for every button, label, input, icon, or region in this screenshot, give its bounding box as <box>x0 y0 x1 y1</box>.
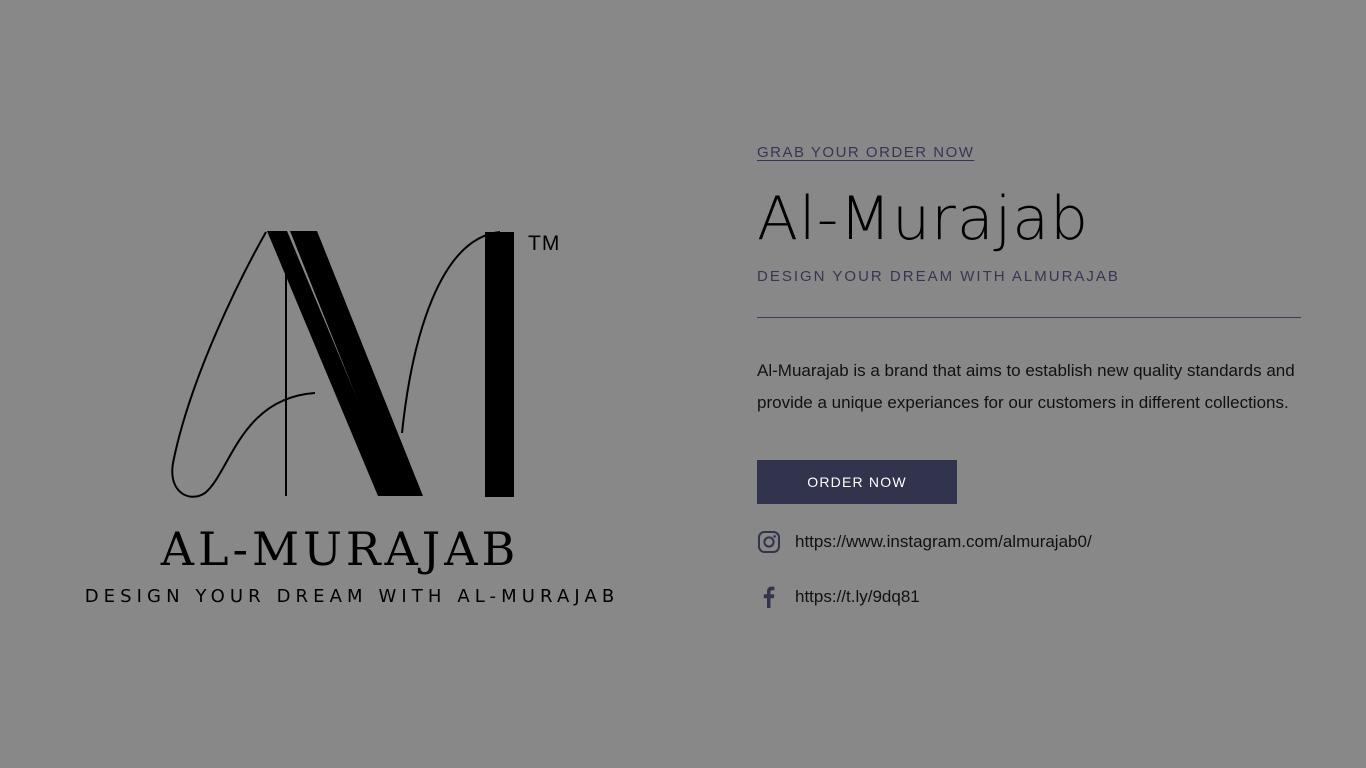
logo-wordmark: AL-MURAJAB <box>160 522 520 576</box>
facebook-row: https://t.ly/9dq81 <box>757 583 1302 611</box>
hero-subtitle: DESIGN YOUR DREAM WITH ALMURAJAB <box>757 268 1120 285</box>
instagram-icon[interactable] <box>757 530 781 554</box>
facebook-icon[interactable] <box>757 585 781 609</box>
grab-order-link[interactable]: GRAB YOUR ORDER NOW <box>757 142 974 164</box>
am-monogram-icon <box>171 231 514 498</box>
logo-tagline: DESIGN YOUR DREAM WITH AL-MURAJAB <box>84 586 620 607</box>
page-title: Al-Murajab <box>757 184 1090 254</box>
brand-logo: TM AL-MURAJAB DESIGN YOUR DREAM WITH AL-… <box>40 218 660 618</box>
trademark-symbol: TM <box>528 232 561 255</box>
divider <box>757 317 1301 318</box>
instagram-link[interactable]: https://www.instagram.com/almurajab0/ <box>795 532 1092 552</box>
instagram-row: https://www.instagram.com/almurajab0/ <box>757 528 1302 556</box>
hero-content: GRAB YOUR ORDER NOW Al-Murajab DESIGN YO… <box>757 142 1302 611</box>
hero-description: Al-Muarajab is a brand that aims to esta… <box>757 361 1295 412</box>
order-now-button[interactable]: ORDER NOW <box>757 460 957 504</box>
facebook-link[interactable]: https://t.ly/9dq81 <box>795 587 920 607</box>
